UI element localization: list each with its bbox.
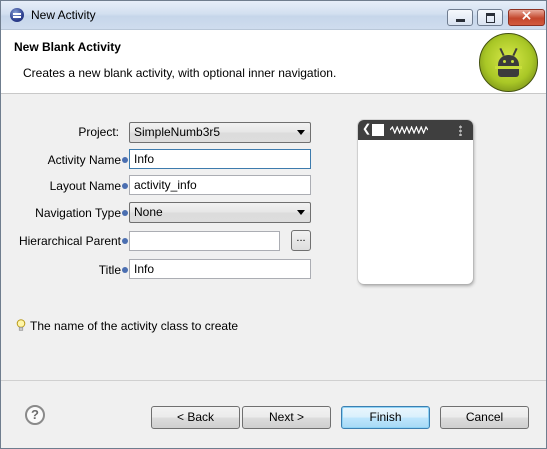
back-caret-icon: ❮ [362, 123, 372, 135]
minimize-button[interactable] [447, 9, 473, 26]
navigation-type-label: Navigation Type [11, 206, 128, 220]
info-icon [122, 182, 128, 189]
navigation-type-value: None [134, 205, 163, 219]
info-icon [122, 266, 128, 273]
activity-name-label: Activity Name [11, 153, 128, 167]
action-bar-preview: ❮ [358, 120, 473, 140]
project-label: Project: [78, 125, 119, 139]
lightbulb-icon [16, 319, 26, 331]
cancel-button[interactable]: Cancel [440, 406, 529, 429]
app-icon-placeholder [372, 124, 384, 136]
help-icon[interactable]: ? [25, 405, 45, 425]
new-activity-dialog: New Activity × New Blank Activity Create… [0, 0, 547, 449]
activity-name-field[interactable]: Info [129, 149, 311, 169]
title-field[interactable]: Info [129, 259, 311, 279]
hierarchical-parent-label: Hierarchical Parent [11, 234, 128, 248]
chevron-down-icon [297, 210, 305, 215]
close-icon: × [520, 8, 533, 24]
footer-divider [1, 380, 546, 381]
finish-button[interactable]: Finish [341, 406, 430, 429]
navigation-type-select[interactable]: None [129, 202, 311, 223]
layout-name-label: Layout Name [11, 179, 128, 193]
activity-preview: ❮ [358, 120, 473, 284]
overflow-menu-icon [459, 125, 462, 136]
project-select-value: SimpleNumb3r5 [134, 125, 221, 139]
title-bar[interactable]: New Activity × [1, 1, 546, 30]
chevron-down-icon [297, 130, 305, 135]
window-title: New Activity [31, 8, 96, 22]
next-button[interactable]: Next > [242, 406, 331, 429]
browse-parent-button[interactable]: ... [291, 230, 311, 251]
android-logo-icon [479, 33, 538, 92]
info-icon [122, 237, 128, 244]
maximize-button[interactable] [477, 9, 503, 26]
page-title: New Blank Activity [14, 40, 121, 54]
title-placeholder-icon [390, 126, 428, 134]
page-description: Creates a new blank activity, with optio… [23, 66, 337, 80]
eclipse-app-icon [10, 8, 24, 22]
layout-name-field[interactable]: activity_info [129, 175, 311, 195]
info-icon [122, 156, 128, 163]
info-icon [122, 209, 128, 216]
close-button[interactable]: × [508, 8, 545, 26]
back-button[interactable]: < Back [151, 406, 240, 429]
project-select[interactable]: SimpleNumb3r5 [129, 122, 311, 143]
hierarchical-parent-field[interactable] [129, 231, 280, 251]
hint-message: The name of the activity class to create [30, 319, 239, 333]
wizard-header: New Blank Activity Creates a new blank a… [1, 30, 546, 94]
title-label: Title [11, 263, 128, 277]
